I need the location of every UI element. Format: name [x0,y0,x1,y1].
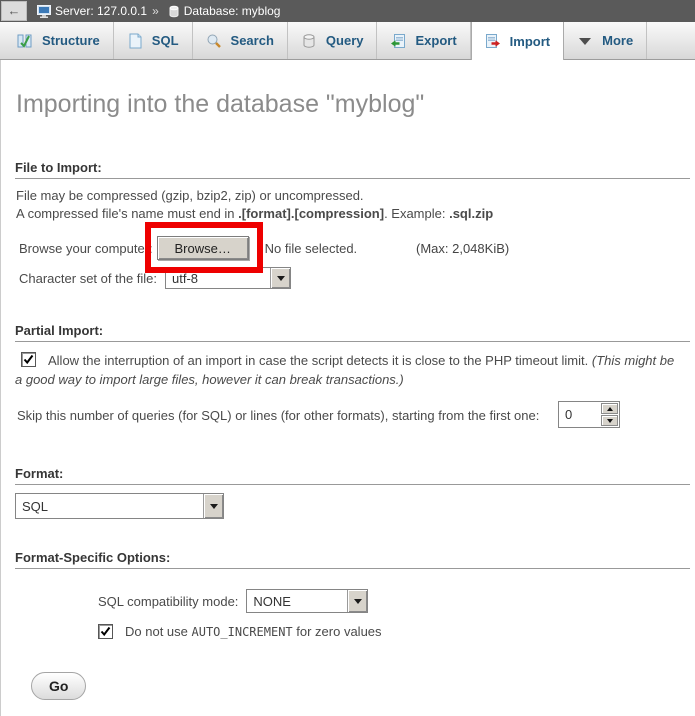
sql-compatibility-value: NONE [247,590,347,612]
tab-structure[interactable]: Structure [4,22,114,59]
file-upload-row: Browse your computer: Browse… No file se… [19,234,357,262]
tab-search[interactable]: Search [193,22,288,59]
chevron-down-icon [347,590,367,612]
breadcrumb: ← Server: 127.0.0.1 » Database: myblog [0,0,695,22]
tab-label: Import [510,34,550,49]
tab-sql[interactable]: SQL [114,22,193,59]
spin-down-button[interactable] [601,415,618,426]
allow-interrupt-checkbox[interactable] [21,352,36,367]
section-heading-file-to-import: File to Import: [15,160,690,179]
tab-label: More [602,33,633,48]
section-heading-partial-import: Partial Import: [15,323,690,342]
sql-icon [127,33,143,49]
import-icon [485,33,501,49]
phpmyadmin-import-page: ← Server: 127.0.0.1 » Database: myblog S… [0,0,695,716]
tab-more[interactable]: More [564,22,647,59]
spin-up-button[interactable] [601,403,618,414]
skip-queries-label: Skip this number of queries (for SQL) or… [17,408,539,423]
tab-label: Search [231,33,274,48]
line2-mid: . Example: [384,206,449,221]
max-upload-size: (Max: 2,048KiB) [416,241,509,256]
autoinc-prefix: Do not use [125,624,192,639]
autoinc-suffix: for zero values [293,624,382,639]
page-title: Importing into the database "myblog" [16,90,424,119]
server-icon [37,5,51,18]
format-select[interactable]: SQL [15,493,224,519]
allow-interrupt-row: Allow the interruption of an import in c… [15,350,681,389]
autoinc-code: AUTO_INCREMENT [192,625,293,639]
compression-info-line1: File may be compressed (gzip, bzip2, zip… [16,188,364,203]
sql-compatibility-select[interactable]: NONE [246,589,368,613]
go-button[interactable]: Go [31,672,86,700]
sql-compatibility-label: SQL compatibility mode: [98,594,238,609]
breadcrumb-separator: » [152,4,159,18]
tab-import[interactable]: Import [471,22,564,60]
charset-selected-value: utf-8 [166,268,270,288]
breadcrumb-database[interactable]: Database: myblog [184,4,281,18]
tab-label: Structure [42,33,100,48]
structure-icon [17,33,33,49]
breadcrumb-server[interactable]: Server: 127.0.0.1 [55,4,147,18]
search-icon [206,33,222,49]
skip-queries-input[interactable]: 0 [558,401,620,428]
line2-prefix: A compressed file's name must end in [16,206,238,221]
tab-label: Export [415,33,456,48]
chevron-down-icon [577,33,593,49]
auto-increment-label: Do not use AUTO_INCREMENT for zero value… [125,624,382,639]
chevron-down-icon [203,494,223,518]
charset-row: Character set of the file: utf-8 [19,266,291,290]
format-selected-value: SQL [16,494,203,518]
skip-queries-row: Skip this number of queries (for SQL) or… [17,401,539,429]
back-button[interactable]: ← [1,1,27,21]
tab-label: SQL [152,33,179,48]
section-heading-format-specific-options: Format-Specific Options: [15,550,690,569]
charset-label: Character set of the file: [19,271,157,286]
compression-info-line2: A compressed file's name must end in .[f… [16,206,493,221]
line2-example: .sql.zip [449,206,493,221]
browse-button[interactable]: Browse… [157,236,249,260]
charset-select[interactable]: utf-8 [165,267,291,289]
main-content: Importing into the database "myblog" Fil… [0,60,694,716]
skip-queries-value: 0 [559,402,601,427]
tab-export[interactable]: Export [377,22,470,59]
line2-format-compression: .[format].[compression] [238,206,384,221]
no-file-selected-text: No file selected. [265,241,358,256]
tab-label: Query [326,33,364,48]
query-icon [301,33,317,49]
auto-increment-checkbox[interactable] [98,624,113,639]
tab-bar: Structure SQL Search Query Export [0,22,695,60]
section-heading-format: Format: [15,466,690,485]
chevron-down-icon [270,268,290,288]
tab-query[interactable]: Query [288,22,378,59]
browse-label: Browse your computer: [19,241,153,256]
database-icon [168,5,180,18]
auto-increment-row: Do not use AUTO_INCREMENT for zero value… [98,622,382,640]
sql-compatibility-row: SQL compatibility mode: NONE [98,588,368,614]
export-icon [390,33,406,49]
allow-interrupt-label: Allow the interruption of an import in c… [48,353,588,368]
